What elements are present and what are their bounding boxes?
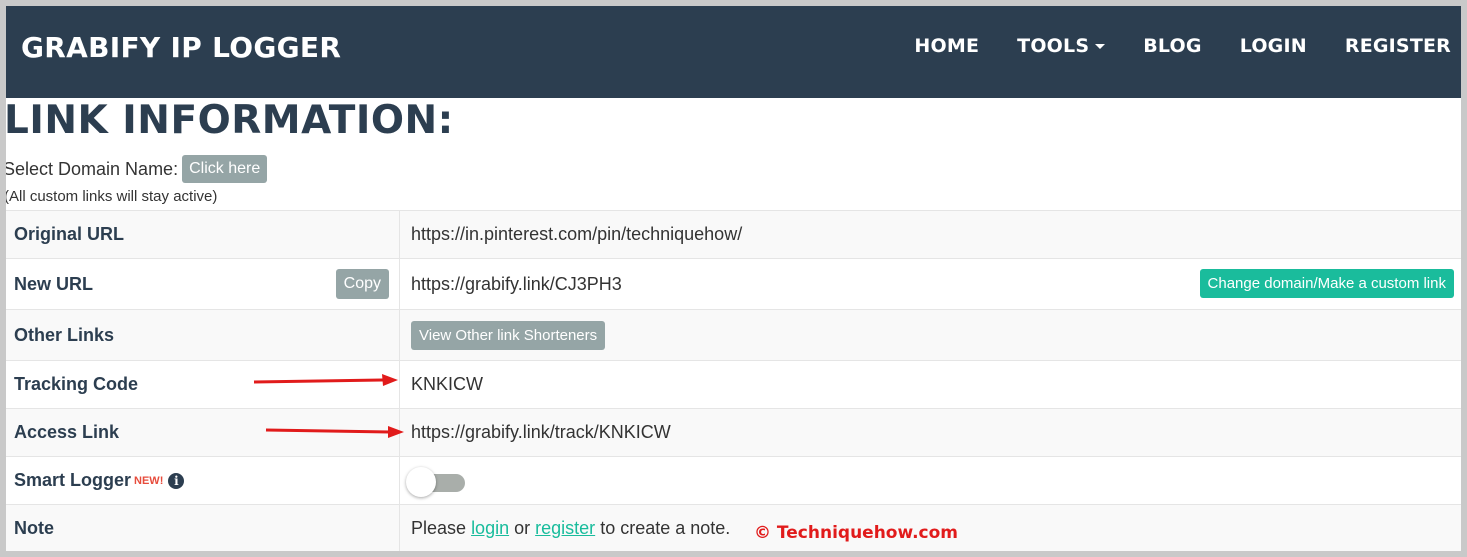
- view-other-shorteners-button[interactable]: View Other link Shorteners: [411, 320, 606, 350]
- table-row-smart-logger: Smart Logger NEW! i: [6, 457, 1461, 505]
- red-arrow-icon: [253, 374, 398, 386]
- click-here-button[interactable]: Click here: [182, 155, 268, 183]
- new-url-value: https://grabify.link/CJ3PH3: [411, 273, 622, 294]
- navbar: GRABIFY IP LOGGER HOME TOOLS BLOG LOGIN …: [6, 6, 1461, 98]
- nav-tools[interactable]: TOOLS: [1017, 35, 1106, 57]
- tracking-code-value: KNKICW: [411, 374, 483, 394]
- access-link-label: Access Link: [14, 422, 120, 442]
- tracking-code-cell: Tracking Code: [6, 361, 400, 408]
- nav-login[interactable]: LOGIN: [1240, 35, 1307, 57]
- smart-logger-label: Smart Logger: [14, 470, 132, 490]
- copy-button[interactable]: Copy: [335, 269, 389, 299]
- original-url-label: Original URL: [6, 211, 400, 258]
- tracking-code-label: Tracking Code: [14, 374, 139, 394]
- table-row-new-url: New URL Copy https://grabify.link/CJ3PH3…: [6, 259, 1461, 310]
- custom-links-note: (All custom links will stay active): [6, 188, 218, 205]
- browser-viewport: GRABIFY IP LOGGER HOME TOOLS BLOG LOGIN …: [6, 6, 1461, 551]
- new-url-cell: New URL Copy: [6, 259, 400, 309]
- smart-logger-cell: Smart Logger NEW! i: [6, 457, 400, 504]
- note-or: or: [514, 518, 531, 538]
- link-info-table: Original URL https://in.pinterest.com/pi…: [6, 210, 1461, 551]
- register-link[interactable]: register: [535, 518, 595, 539]
- note-label: Note: [6, 505, 400, 551]
- red-arrow-icon: [265, 426, 404, 438]
- info-icon[interactable]: i: [168, 472, 185, 489]
- watermark: © Techniquehow.com: [754, 523, 959, 543]
- brand-logo[interactable]: GRABIFY IP LOGGER: [21, 31, 341, 64]
- smart-logger-toggle[interactable]: [406, 466, 467, 497]
- table-row-other-links: Other Links View Other link Shorteners: [6, 310, 1461, 361]
- login-link[interactable]: login: [471, 518, 509, 539]
- access-link-cell: Access Link: [6, 409, 404, 456]
- table-row-access-link: Access Link https://grabify.link/track/K…: [6, 409, 1461, 457]
- table-row-original-url: Original URL https://in.pinterest.com/pi…: [6, 211, 1461, 259]
- other-links-label: Other Links: [6, 310, 400, 360]
- nav-blog[interactable]: BLOG: [1143, 35, 1201, 57]
- nav-tools-label: TOOLS: [1017, 35, 1090, 57]
- select-domain-line: Select Domain Name: Click here: [6, 155, 268, 183]
- chevron-down-icon: [1095, 44, 1106, 49]
- access-link-value[interactable]: https://grabify.link/track/KNKICW: [411, 422, 671, 443]
- original-url-value: https://in.pinterest.com/pin/techniqueho…: [411, 224, 743, 244]
- note-suffix: to create a note.: [600, 518, 731, 538]
- new-badge: NEW!: [134, 474, 164, 487]
- table-row-tracking-code: Tracking Code KNKICW: [6, 361, 1461, 409]
- nav-menu: HOME TOOLS BLOG LOGIN REGISTER: [876, 35, 1451, 57]
- table-row-note: Note Please login or register to create …: [6, 505, 1461, 551]
- change-domain-button[interactable]: Change domain/Make a custom link: [1199, 269, 1454, 298]
- note-prefix: Please: [411, 518, 467, 538]
- toggle-knob: [406, 466, 436, 497]
- select-domain-label: Select Domain Name:: [6, 158, 179, 179]
- nav-home[interactable]: HOME: [914, 35, 979, 57]
- new-url-label: New URL: [14, 273, 94, 294]
- page-title: LINK INFORMATION:: [6, 98, 454, 143]
- nav-register[interactable]: REGISTER: [1345, 35, 1451, 57]
